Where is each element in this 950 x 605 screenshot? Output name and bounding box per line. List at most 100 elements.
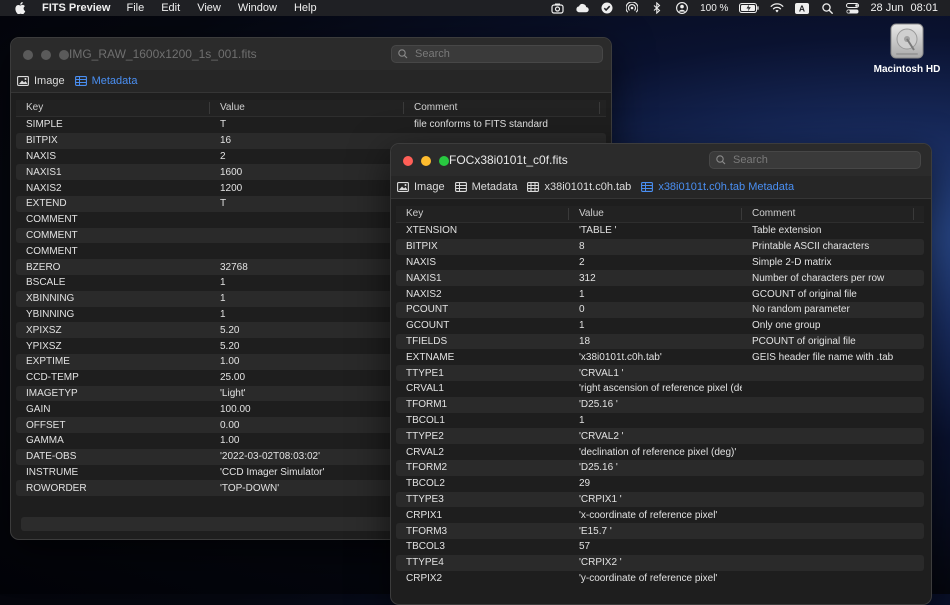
cell-value: 0.00 — [220, 419, 240, 431]
table-row[interactable]: SIMPLE Tfile conforms to FITS standard — [16, 117, 606, 133]
tab-metadata[interactable]: Metadata — [454, 181, 518, 193]
table-row[interactable]: TFORM3 'E15.7 ' — [396, 523, 924, 539]
app-menu[interactable]: FITS Preview — [42, 2, 110, 14]
cell-value: '2022-03-02T08:03:02' — [220, 451, 321, 463]
cell-value: 25.00 — [220, 372, 246, 384]
table-row[interactable]: TBCOL2 29 — [396, 476, 924, 492]
cell-key: GAIN — [26, 403, 51, 415]
close-button[interactable] — [403, 156, 413, 166]
search-input[interactable] — [413, 47, 581, 61]
cell-value: 5.20 — [220, 340, 240, 352]
screenshot-icon[interactable] — [550, 2, 564, 14]
tab-table-extension-metadata[interactable]: x38i0101t.c0h.tab Metadata — [641, 181, 794, 193]
cell-key: EXTNAME — [406, 351, 455, 363]
tab-image[interactable]: Image — [17, 75, 65, 87]
table-row[interactable]: CRPIX1 'x-coordinate of reference pixel' — [396, 507, 924, 523]
clock-date[interactable]: 28 Jun — [870, 2, 903, 14]
menu-edit[interactable]: Edit — [161, 2, 180, 14]
column-header-value[interactable]: Value — [569, 208, 742, 220]
airdrop-icon[interactable] — [625, 2, 639, 14]
cell-value: 5.20 — [220, 324, 240, 336]
cell-comment: PCOUNT of original file — [752, 335, 856, 347]
table-row[interactable]: BITPIX 8 Printable ASCII characters — [396, 238, 924, 255]
table-row[interactable]: TFORM1 'D25.16 ' — [396, 396, 924, 413]
column-header-comment[interactable]: Comment — [404, 102, 600, 114]
cell-key: CRVAL2 — [406, 446, 444, 458]
table-row[interactable]: CRPIX2 'y-coordinate of reference pixel' — [396, 571, 924, 587]
tab-image[interactable]: Image — [397, 181, 445, 193]
input-source-icon[interactable]: A — [795, 2, 810, 14]
window-focx38i0101t[interactable]: FOCx38i0101t_c0f.fits Image Metadata x38… — [390, 143, 932, 605]
battery-charging-icon[interactable] — [739, 2, 760, 14]
cell-key: TTYPE2 — [406, 430, 444, 442]
cloud-icon[interactable] — [575, 2, 589, 14]
cell-value: 'declination of reference pixel (deg)' — [579, 446, 737, 458]
table-icon — [74, 76, 87, 86]
column-header-key[interactable]: Key — [396, 208, 569, 220]
table-row[interactable]: TTYPE4 'CRPIX2 ' — [396, 554, 924, 571]
apple-menu-icon[interactable] — [12, 2, 28, 14]
table-row[interactable]: TTYPE2 'CRVAL2 ' — [396, 428, 924, 445]
menu-file[interactable]: File — [126, 2, 144, 14]
cell-value: 32768 — [220, 261, 248, 273]
title-bar[interactable]: FOCx38i0101t_c0f.fits — [391, 144, 931, 176]
minimize-button[interactable] — [41, 50, 51, 60]
search-field[interactable] — [391, 45, 603, 63]
tab-label: Image — [414, 181, 445, 193]
table-row[interactable]: TFIELDS 18 PCOUNT of original file — [396, 333, 924, 350]
metadata-table: Key Value Comment XTENSION 'TABLE ' Table … — [396, 206, 924, 587]
cell-key: PCOUNT — [406, 304, 449, 316]
cell-key: EXTEND — [26, 198, 67, 210]
table-row[interactable]: TTYPE1 'CRVAL1 ' — [396, 365, 924, 381]
column-header-comment[interactable]: Comment — [742, 208, 914, 220]
table-row[interactable]: NAXIS1 312 Number of characters per row — [396, 270, 924, 287]
checkmark-badge-icon[interactable] — [600, 2, 614, 14]
wifi-icon[interactable] — [770, 2, 784, 14]
menu-window[interactable]: Window — [238, 2, 277, 14]
control-center-icon[interactable] — [845, 2, 859, 14]
cell-key: INSTRUME — [26, 466, 79, 478]
bluetooth-icon[interactable] — [650, 2, 664, 14]
cell-key: TBCOL3 — [406, 541, 445, 553]
cell-value: 1 — [579, 320, 585, 332]
table-row[interactable]: CRVAL1 'right ascension of reference pixe… — [396, 381, 924, 397]
table-row[interactable]: TBCOL1 1 — [396, 413, 924, 429]
table-row[interactable]: GCOUNT 1 Only one group — [396, 318, 924, 334]
cell-value: 1 — [220, 293, 226, 305]
cell-key: TTYPE1 — [406, 367, 444, 379]
table-row[interactable]: CRVAL2 'declination of reference pixel (d… — [396, 444, 924, 460]
table-row[interactable]: TTYPE3 'CRPIX1 ' — [396, 491, 924, 508]
cell-value: T — [220, 119, 227, 131]
spotlight-search-icon[interactable] — [820, 2, 834, 14]
menu-view[interactable]: View — [197, 2, 221, 14]
cell-key: COMMENT — [26, 245, 78, 257]
title-bar[interactable]: IMG_RAW_1600x1200_1s_001.fits — [11, 38, 611, 70]
image-icon — [17, 76, 29, 86]
cell-value: 29 — [579, 478, 591, 490]
search-field[interactable] — [709, 151, 921, 169]
table-row[interactable]: PCOUNT 0 No random parameter — [396, 301, 924, 318]
tab-table-extension[interactable]: x38i0101t.c0h.tab — [527, 181, 631, 193]
cell-comment: GCOUNT of original file — [752, 288, 857, 300]
table-row[interactable]: NAXIS 2 Simple 2-D matrix — [396, 255, 924, 271]
cell-key: TTYPE4 — [406, 557, 444, 569]
menu-help[interactable]: Help — [294, 2, 317, 14]
desktop-icon-macintosh-hd[interactable]: Macintosh HD — [872, 22, 942, 75]
tab-metadata[interactable]: Metadata — [74, 75, 137, 87]
table-row[interactable]: TBCOL3 57 — [396, 539, 924, 555]
tab-label: Metadata — [471, 181, 518, 193]
search-input[interactable] — [731, 153, 899, 167]
user-account-icon[interactable] — [675, 2, 689, 14]
zoom-button[interactable] — [59, 50, 69, 60]
table-row[interactable]: NAXIS2 1 GCOUNT of original file — [396, 286, 924, 302]
table-row[interactable]: TFORM2 'D25.16 ' — [396, 459, 924, 476]
column-header-value[interactable]: Value — [210, 102, 404, 114]
cell-key: BITPIX — [406, 241, 438, 253]
close-button[interactable] — [23, 50, 33, 60]
column-header-key[interactable]: Key — [16, 102, 210, 114]
zoom-button[interactable] — [439, 156, 449, 166]
clock-time[interactable]: 08:01 — [910, 2, 938, 14]
table-row[interactable]: EXTNAME 'x38i0101t.c0h.tab' GEIS header fi… — [396, 349, 924, 365]
table-row[interactable]: XTENSION 'TABLE ' Table extension — [396, 223, 924, 239]
minimize-button[interactable] — [421, 156, 431, 166]
